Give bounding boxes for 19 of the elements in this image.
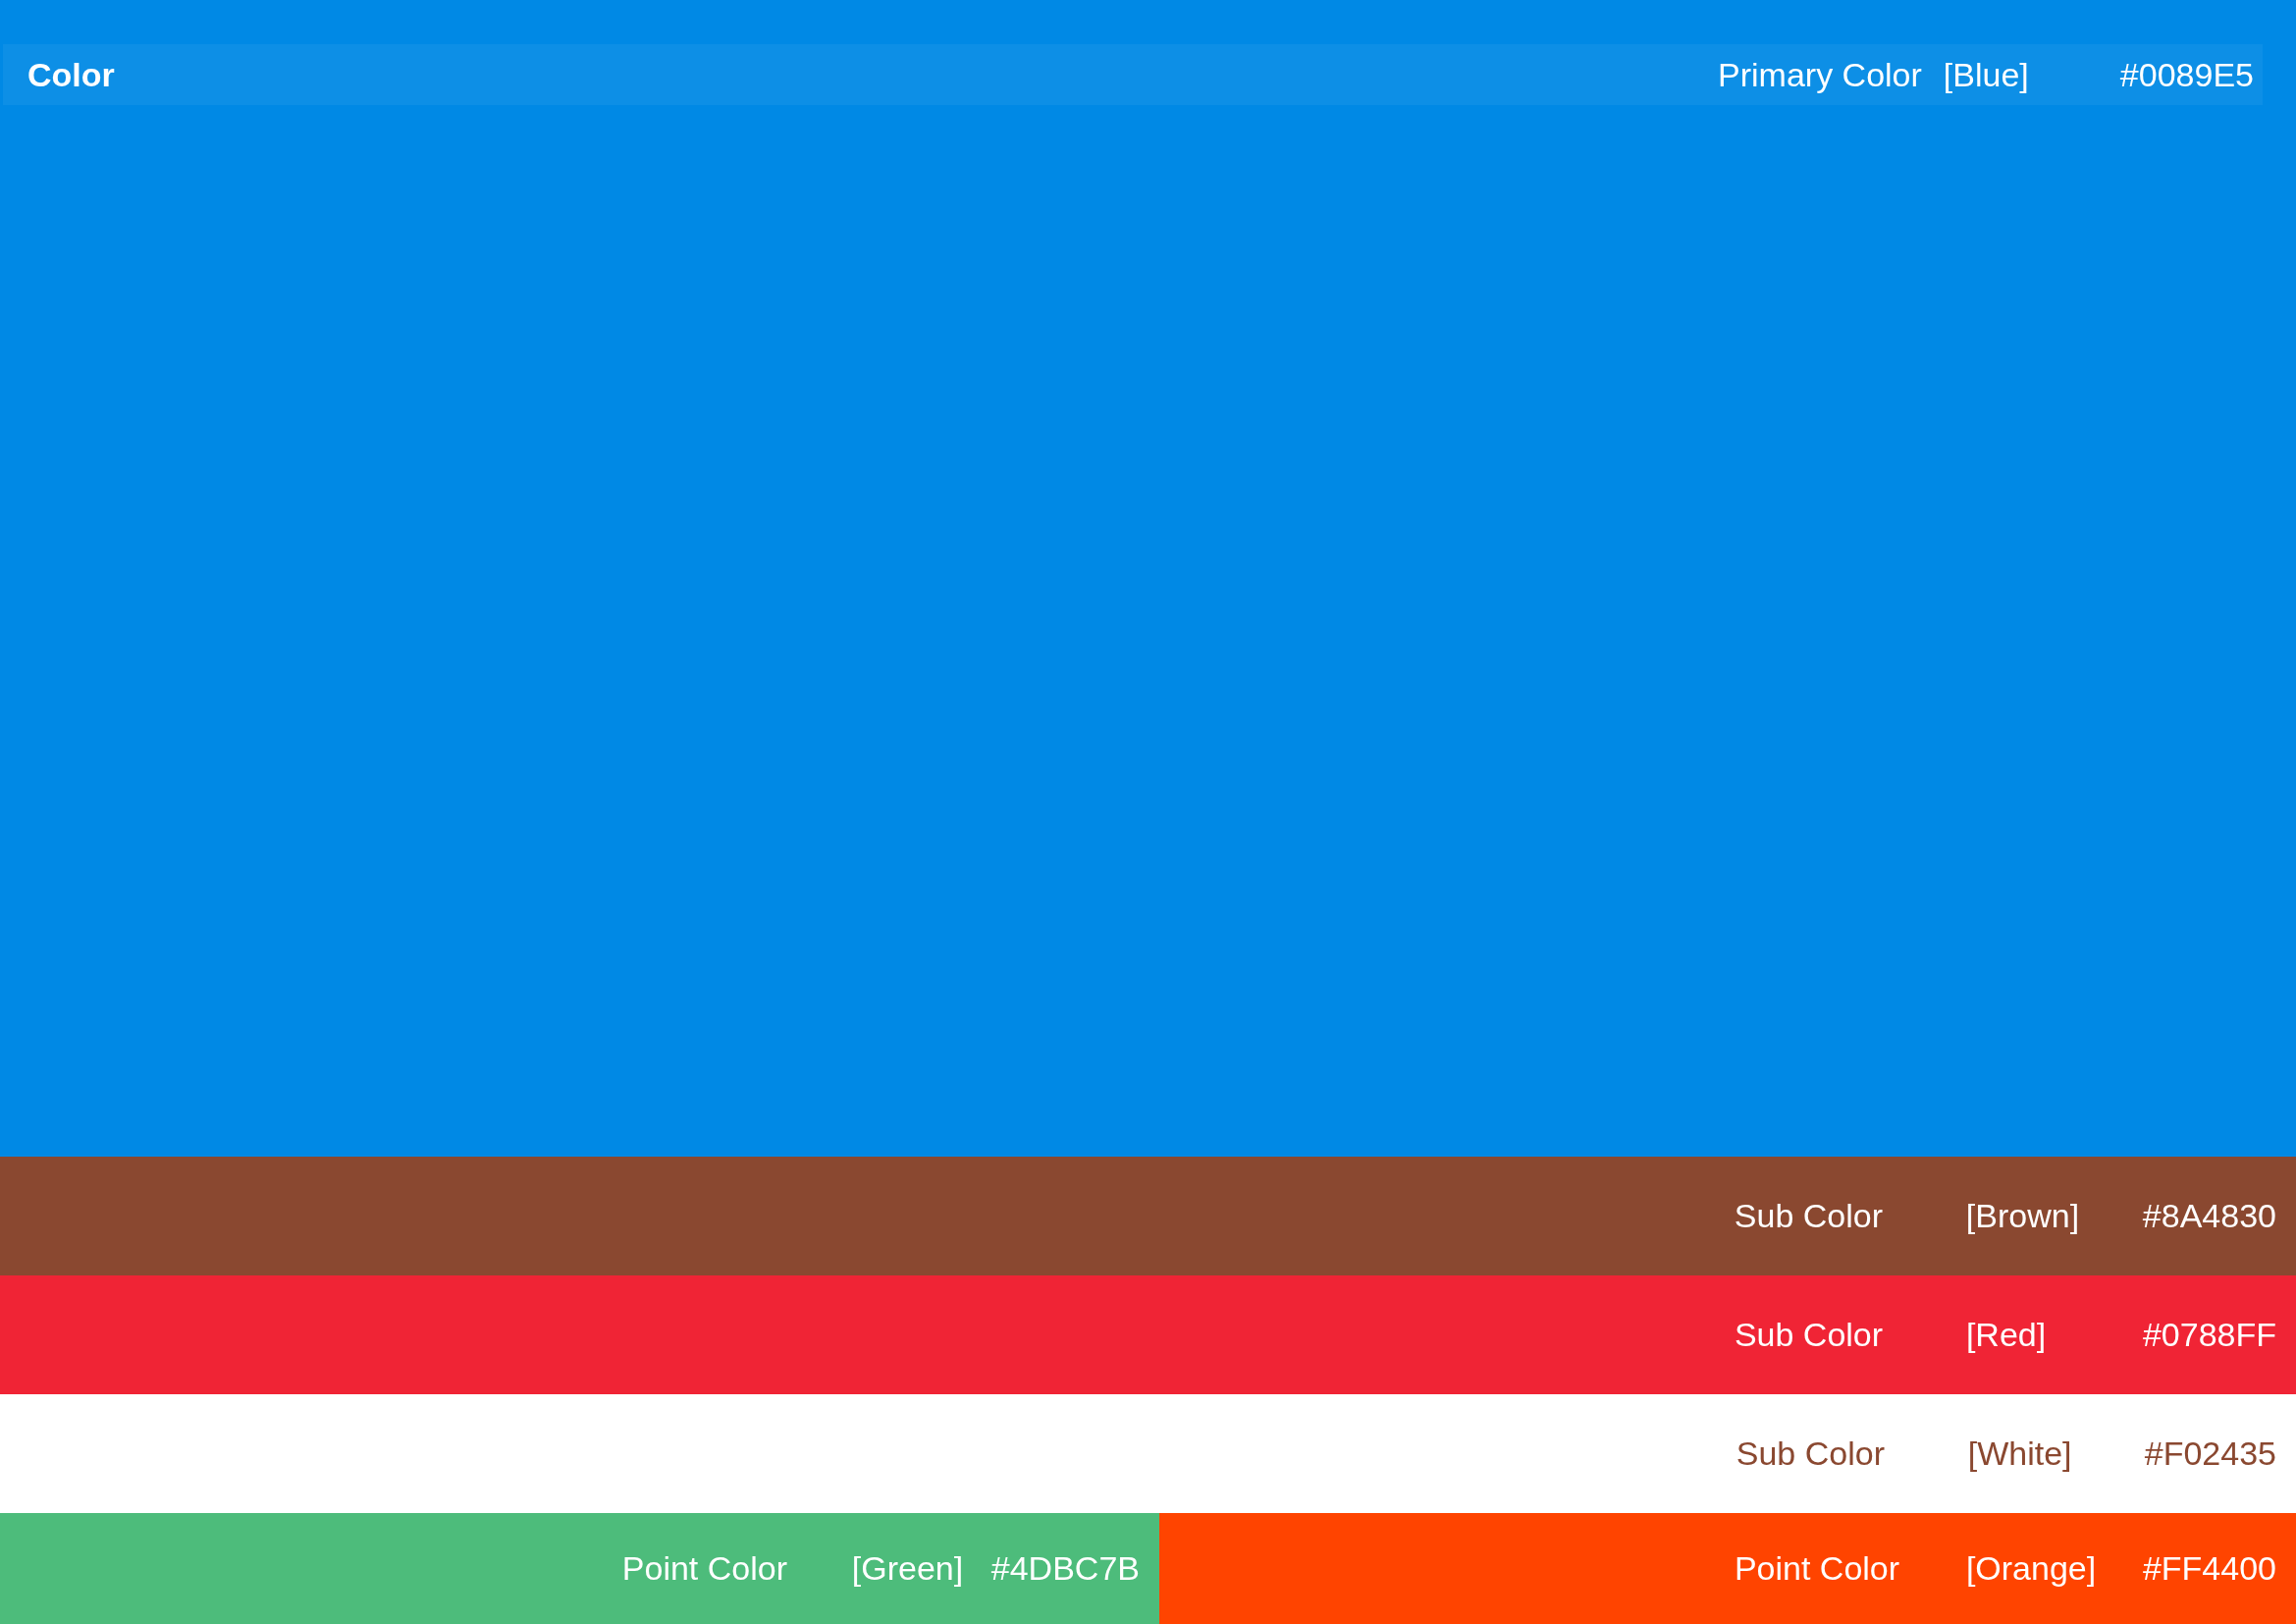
swatch-label: Sub Color (1734, 1196, 1885, 1236)
swatch-label: Sub Color (1734, 1315, 1885, 1355)
swatch-label: Point Color (621, 1548, 788, 1589)
swatch-hex: #8A4830 (2142, 1196, 2276, 1236)
swatch-hex: #0788FF (2142, 1315, 2276, 1355)
swatch-hex: #4DBC7B (990, 1548, 1140, 1589)
page-title: Color (27, 54, 115, 95)
swatch-hex: #FF4400 (2142, 1548, 2276, 1589)
swatch-label: Point Color (1734, 1548, 1901, 1589)
swatch-label: Sub Color (1735, 1434, 1886, 1474)
swatch-name: [Green] (851, 1548, 965, 1589)
swatch-name: [Orange] (1965, 1548, 2098, 1589)
swatch-label: Primary Color (1718, 54, 1922, 95)
swatch-hex: #0089E5 (2119, 54, 2254, 95)
swatch-name: [Blue] (1943, 54, 2030, 95)
swatch-name: [Brown] (1965, 1196, 2081, 1236)
swatch-name: [Red] (1965, 1315, 2048, 1355)
swatch-name: [White] (1967, 1434, 2073, 1474)
swatch-hex: #F02435 (2144, 1434, 2276, 1474)
